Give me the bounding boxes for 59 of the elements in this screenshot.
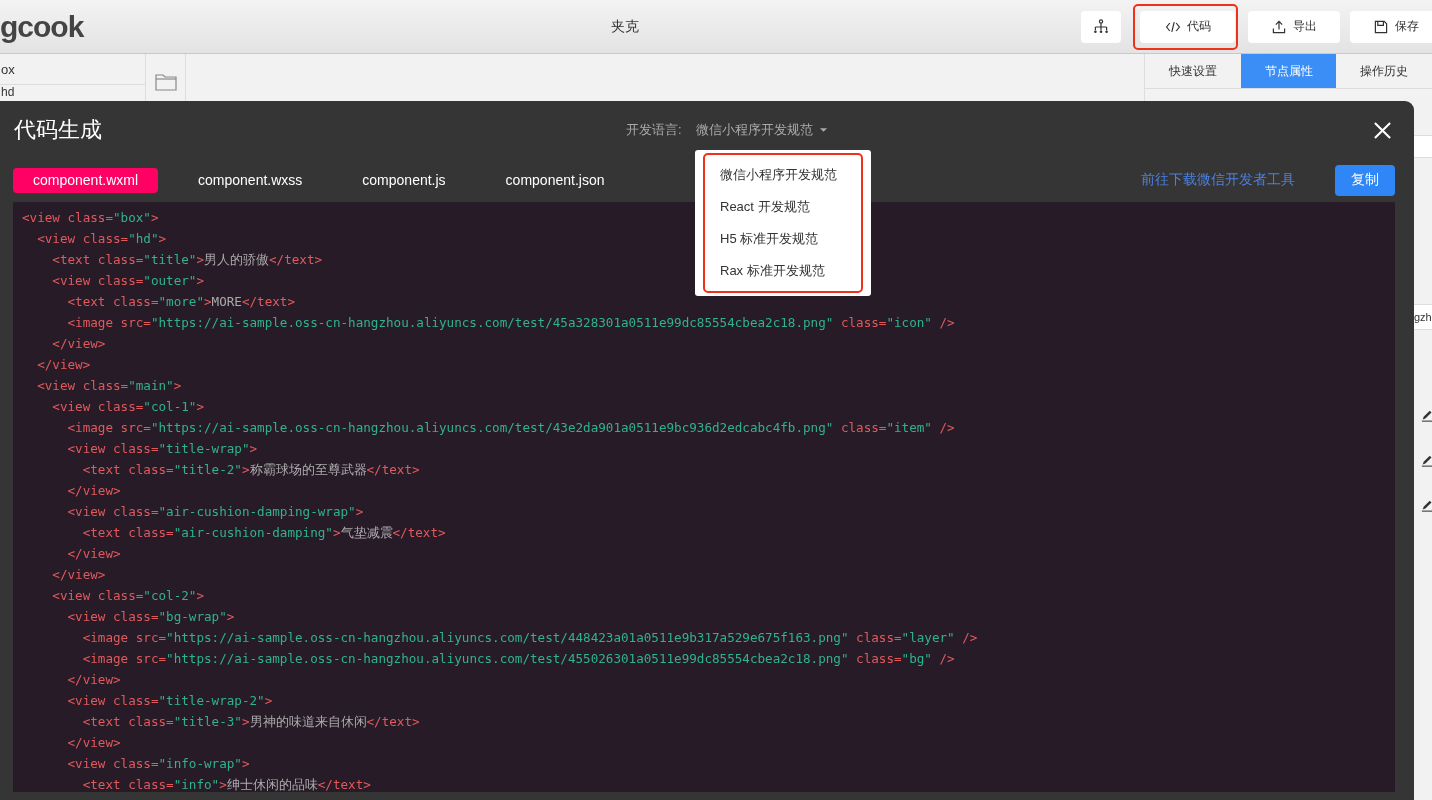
save-icon bbox=[1373, 18, 1389, 35]
layer-item[interactable]: ox bbox=[0, 54, 145, 85]
toolbar-button[interactable]: 保存 bbox=[1350, 10, 1432, 43]
code-line: <view class="bg-wrap"> bbox=[66, 608, 235, 626]
code-line: <text class="info">绅士休闲的品味</text> bbox=[81, 776, 371, 792]
code-line: <image src="https://ai-sample.oss-cn-hangzhou.aliyuncs.com/test/45a328301a0511e99dc85554cbea2c18.png" class="icon" /> bbox=[66, 314, 955, 332]
menu-item[interactable]: 微信小程序开发规范 bbox=[720, 159, 871, 191]
code-line: </view> bbox=[66, 482, 121, 500]
code-line: <text class="title-2">称霸球场的至尊武器</text> bbox=[81, 461, 420, 479]
panel-tab[interactable]: 操作历史 bbox=[1336, 54, 1432, 88]
input-field[interactable]: gzh bbox=[1412, 304, 1432, 330]
layer-item[interactable]: hd bbox=[0, 85, 145, 100]
code-line: <view class="air-cushion-damping-wrap"> bbox=[66, 503, 364, 521]
upload-icon bbox=[1271, 18, 1287, 35]
code-line: <text class="title">男人的骄傲</text> bbox=[51, 251, 323, 269]
code-line: </view> bbox=[51, 566, 106, 584]
code-line: <view class="main"> bbox=[36, 377, 182, 395]
code-line: <view class="outer"> bbox=[51, 272, 204, 290]
file-tab[interactable]: component.wxss bbox=[178, 167, 323, 193]
menu-item[interactable]: Rax 标准开发规范 bbox=[720, 255, 871, 287]
code-line: <view class="info-wrap"> bbox=[66, 755, 250, 773]
toolbar-button[interactable]: 代码 bbox=[1140, 10, 1235, 43]
file-tab[interactable]: component.json bbox=[485, 167, 625, 193]
code-line: <text class="title-3">男神的味道来自休闲</text> bbox=[81, 713, 420, 731]
code-line: <image src="https://ai-sample.oss-cn-hangzhou.aliyuncs.com/test/455026301a0511e99dc85554cbea2c18.png" class="bg" /> bbox=[81, 650, 955, 668]
menu-item[interactable]: React 开发规范 bbox=[720, 191, 871, 223]
code-line: </view> bbox=[36, 356, 91, 374]
pencil-icon[interactable] bbox=[1421, 453, 1432, 467]
logo: gcook bbox=[0, 9, 84, 43]
code-line: <image src="https://ai-sample.oss-cn-hangzhou.aliyuncs.com/test/43e2da901a0511e9bc936d2edcabc4fb.png" class="item" /> bbox=[66, 419, 955, 437]
language-label: 开发语言: bbox=[626, 121, 682, 139]
code-line: <view class="hd"> bbox=[36, 230, 167, 248]
code-line: <image src="https://ai-sample.oss-cn-hangzhou.aliyuncs.com/test/448423a01a0511e9b317a529e675f163.png" class="layer" /> bbox=[81, 629, 978, 647]
structure-button[interactable] bbox=[1081, 10, 1121, 43]
code-line: <view class="col-2"> bbox=[51, 587, 204, 605]
toolbar-button[interactable]: 导出 bbox=[1248, 10, 1340, 43]
code-line: </view> bbox=[66, 545, 121, 563]
dialog-title: 代码生成 bbox=[13, 116, 103, 144]
code-line: <text class="more">MORE</text> bbox=[66, 293, 296, 311]
caret-icon bbox=[818, 127, 828, 133]
hierarchy-icon bbox=[1093, 18, 1109, 35]
copy-button[interactable]: 复制 bbox=[1335, 164, 1395, 196]
code-line: <view class="title-wrap"> bbox=[66, 440, 258, 458]
code-line: </view> bbox=[66, 734, 121, 752]
pencil-icon[interactable] bbox=[1421, 408, 1432, 422]
document-title: 夹克 bbox=[611, 17, 639, 36]
menu-item[interactable]: H5 标准开发规范 bbox=[720, 223, 871, 255]
code-line: </view> bbox=[51, 335, 106, 353]
file-tab[interactable]: component.wxml bbox=[13, 167, 159, 193]
pencil-icon[interactable] bbox=[1421, 498, 1432, 512]
language-dropdown[interactable]: 微信小程序开发规范 bbox=[695, 121, 828, 139]
code-line: </view> bbox=[66, 671, 121, 689]
panel-tab[interactable]: 快速设置 bbox=[1145, 54, 1241, 88]
code-line: <text class="air-cushion-damping">气垫减震</text> bbox=[81, 524, 446, 542]
code-line: <view class="col-1"> bbox=[51, 398, 204, 416]
close-icon[interactable] bbox=[1373, 120, 1392, 140]
code-line: <view class="title-wrap-2"> bbox=[66, 692, 273, 710]
file-tab[interactable]: component.js bbox=[342, 167, 466, 193]
code-line: <view class="box"> bbox=[22, 209, 159, 227]
